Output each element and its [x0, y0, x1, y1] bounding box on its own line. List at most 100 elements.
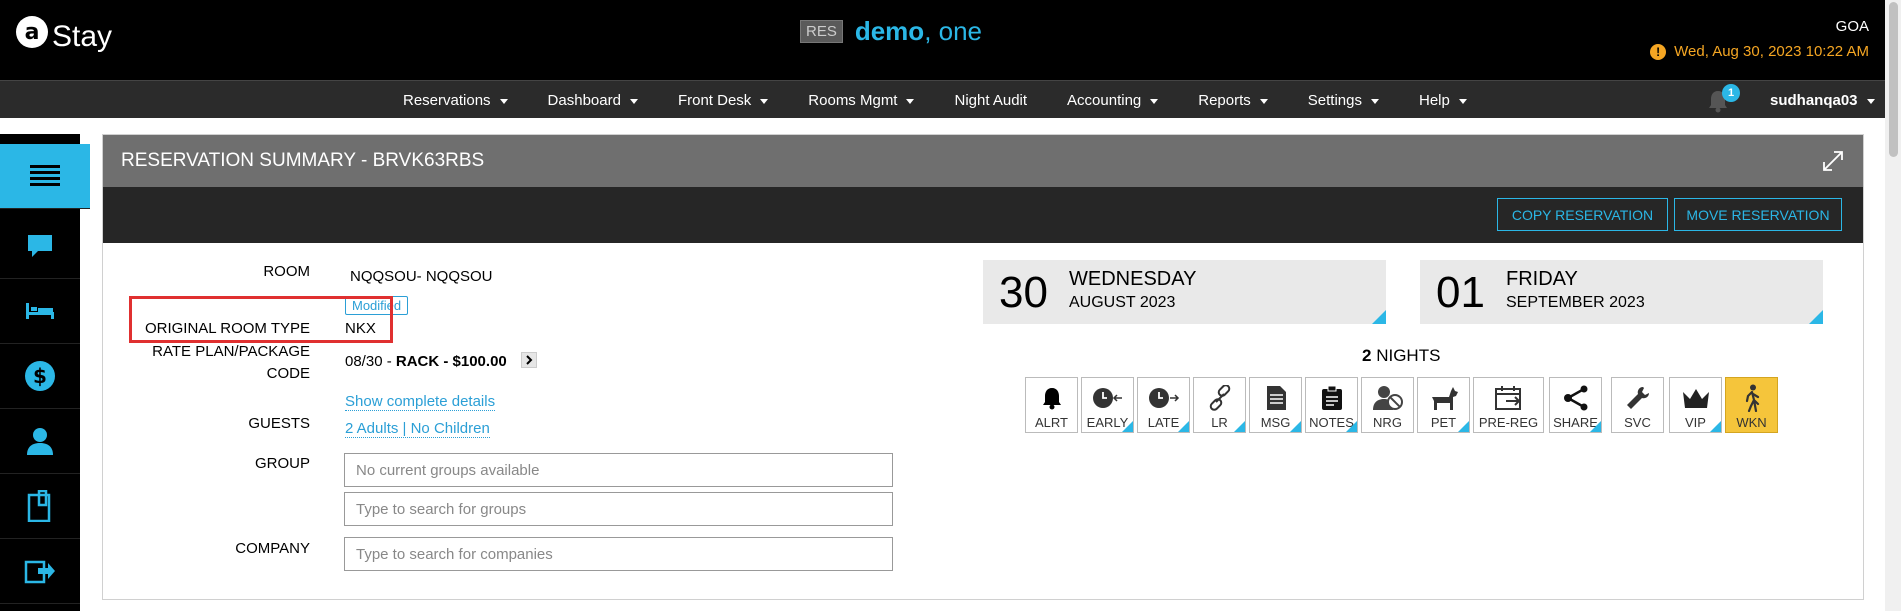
flag-nrg[interactable]: NRG	[1361, 377, 1414, 433]
flag-pre-reg[interactable]: PRE-REG	[1473, 377, 1544, 433]
nav-rooms-mgmt[interactable]: Rooms Mgmt	[808, 92, 915, 109]
flag-share[interactable]: SHARE	[1549, 377, 1602, 433]
flag-early[interactable]: EARLY	[1081, 377, 1134, 433]
flag-corner	[1178, 421, 1189, 432]
flag-msg[interactable]: MSG	[1249, 377, 1302, 433]
flag-corner	[1710, 421, 1721, 432]
flag-label: WKN	[1736, 415, 1767, 430]
wrench-icon	[1626, 387, 1649, 409]
dollar-icon: $	[25, 361, 55, 391]
flag-wkn[interactable]: WKN	[1725, 377, 1778, 433]
chevron-down-icon	[1259, 99, 1268, 104]
expand-icon[interactable]	[1821, 149, 1845, 173]
no-person-icon	[1372, 386, 1403, 410]
flag-late[interactable]: LATE	[1137, 377, 1190, 433]
arrival-day-number: 30	[999, 268, 1048, 317]
flag-svc[interactable]: SVC	[1611, 377, 1664, 433]
main-nav: Reservations Dashboard Front Desk Rooms …	[0, 80, 1885, 118]
chevron-down-icon	[760, 99, 769, 104]
group-search-input[interactable]: Type to search for groups	[344, 492, 893, 526]
clock-late-icon	[1148, 388, 1179, 408]
crown-icon	[1682, 389, 1709, 408]
bell-icon	[1042, 388, 1061, 410]
guests-link[interactable]: 2 Adults | No Children	[345, 420, 490, 438]
username: sudhanqa03	[1770, 91, 1858, 109]
flag-label: SVC	[1624, 415, 1651, 430]
move-reservation-button[interactable]: MOVE RESERVATION	[1674, 198, 1842, 231]
nav-reservations[interactable]: Reservations	[403, 92, 508, 109]
rate-plan-code-label: CODE	[266, 365, 310, 382]
link-icon	[1209, 385, 1230, 411]
nav-accounting[interactable]: Accounting	[1067, 92, 1159, 109]
flag-alrt[interactable]: ALRT	[1025, 377, 1078, 433]
group-field: No current groups available	[344, 453, 893, 487]
chevron-right-icon	[526, 355, 533, 365]
flag-lr[interactable]: LR	[1193, 377, 1246, 433]
property-title: RES demo, one	[800, 16, 982, 47]
company-search-input[interactable]: Type to search for companies	[344, 537, 893, 571]
sidebar-menu-button[interactable]	[0, 144, 90, 209]
nav-front-desk[interactable]: Front Desk	[677, 91, 769, 109]
rate-expand-button[interactable]	[521, 352, 537, 368]
sidebar-documents-button[interactable]	[0, 474, 80, 539]
flag-vip[interactable]: VIP	[1669, 377, 1722, 433]
left-sidebar: $	[0, 134, 90, 611]
nav-label: Settings	[1307, 91, 1362, 109]
property-name-rest: , one	[924, 16, 983, 46]
logo-text: Stay	[52, 20, 113, 53]
arrival-weekday: WEDNESDAY	[1069, 268, 1197, 290]
room-value: NQQSOU- NQQSOU	[350, 268, 493, 285]
business-date-text: Wed, Aug 30, 2023 10:22 AM	[1674, 43, 1869, 60]
nav-label: Front Desk	[677, 91, 752, 109]
flag-corner	[1458, 421, 1469, 432]
chevron-down-icon	[1150, 99, 1159, 104]
departure-month: SEPTEMBER 2023	[1506, 294, 1645, 311]
share-icon	[1563, 385, 1587, 411]
card-corner	[1372, 310, 1386, 324]
sidebar-chat-button[interactable]	[0, 214, 80, 279]
nav-menu: Reservations Dashboard Front Desk Rooms …	[403, 81, 1507, 119]
app-logo[interactable]: a Stay	[16, 10, 112, 54]
flag-corner	[1346, 421, 1357, 432]
business-date: ! Wed, Aug 30, 2023 10:22 AM	[1650, 43, 1869, 60]
flag-notes[interactable]: NOTES	[1305, 377, 1358, 433]
nav-label: Night Audit	[954, 91, 1028, 109]
walk-icon	[1745, 384, 1759, 412]
scrollbar-thumb[interactable]	[1889, 2, 1898, 157]
nav-help[interactable]: Help	[1419, 92, 1467, 109]
rate-plan-value: 08/30 - RACK - $100.00	[345, 353, 507, 370]
nights-count: 2 NIGHTS	[1362, 346, 1440, 366]
flag-pet[interactable]: PET	[1417, 377, 1470, 433]
show-details-link[interactable]: Show complete details	[345, 393, 496, 411]
sidebar-export-button[interactable]	[0, 539, 80, 604]
copy-reservation-button[interactable]: COPY RESERVATION	[1497, 198, 1668, 231]
nav-label: Help	[1418, 91, 1450, 109]
nav-dashboard[interactable]: Dashboard	[548, 92, 638, 109]
page-scrollbar[interactable]	[1885, 0, 1901, 611]
clock-early-icon	[1092, 388, 1122, 408]
panel-title: RESERVATION SUMMARY - BRVK63RBS	[121, 150, 485, 171]
chevron-down-icon	[499, 99, 508, 104]
panel-action-bar: COPY RESERVATION MOVE RESERVATION	[103, 187, 1863, 243]
group-label: GROUP	[254, 455, 310, 472]
sidebar-billing-button[interactable]: $	[0, 344, 80, 409]
top-header: a Stay RES demo, one GOA ! Wed, Aug 30, …	[0, 0, 1885, 80]
bed-icon	[26, 303, 54, 319]
arrival-month: AUGUST 2023	[1069, 294, 1176, 311]
flag-corner	[1122, 421, 1133, 432]
user-menu[interactable]: sudhanqa03	[1770, 81, 1875, 119]
svg-text:$: $	[33, 364, 47, 388]
chevron-down-icon	[1458, 99, 1467, 104]
chevron-down-icon	[1370, 99, 1379, 104]
flag-corner	[1234, 421, 1245, 432]
menu-icon	[30, 165, 60, 186]
sidebar-rooms-button[interactable]	[0, 279, 80, 344]
dog-icon	[1429, 387, 1458, 410]
nav-night-audit[interactable]: Night Audit	[954, 92, 1027, 109]
nav-settings[interactable]: Settings	[1308, 92, 1379, 109]
chevron-down-icon	[629, 99, 638, 104]
panel-header: RESERVATION SUMMARY - BRVK63RBS	[103, 135, 1863, 187]
flag-label: NRG	[1373, 415, 1402, 430]
sidebar-guest-button[interactable]	[0, 409, 80, 474]
nav-reports[interactable]: Reports	[1198, 92, 1268, 109]
